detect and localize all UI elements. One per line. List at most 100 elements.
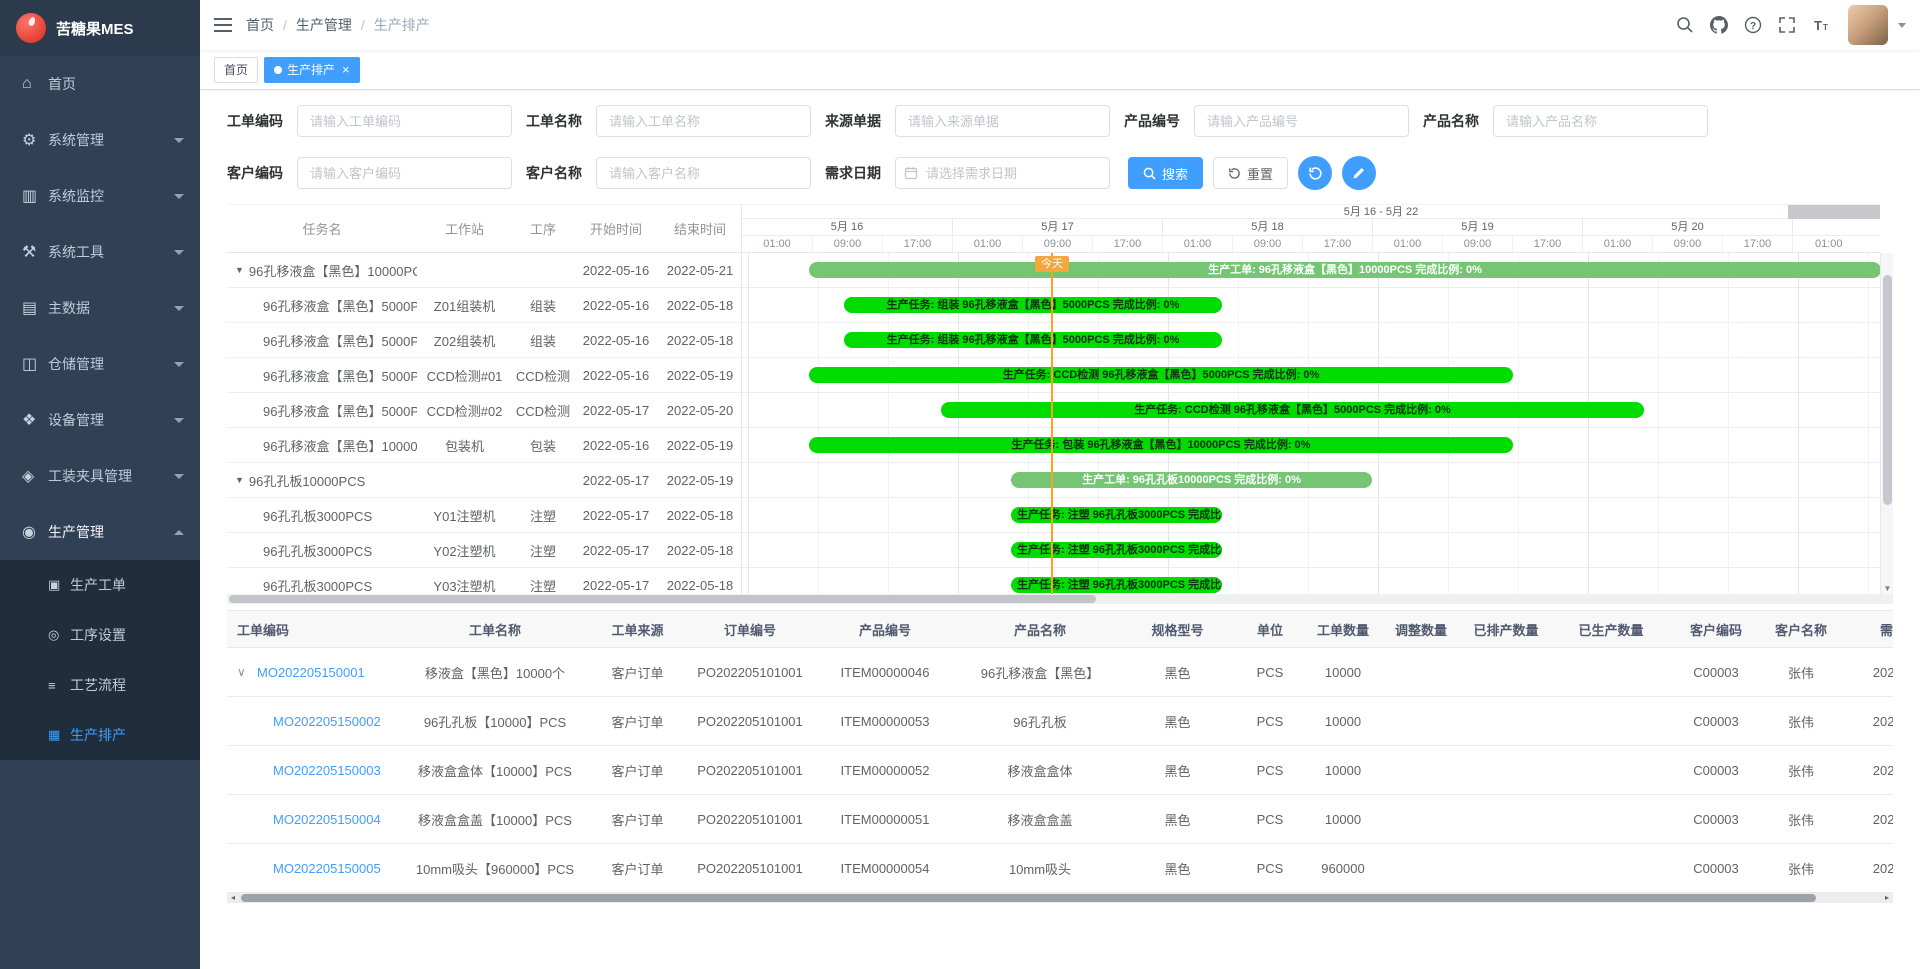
gantt-bar[interactable]: 生产工单: 96孔移液盒【黑色】10000PCS 完成比例: 0% xyxy=(809,262,1880,278)
search-button[interactable]: 搜索 xyxy=(1128,157,1203,189)
sidebar-item-production-scheduling[interactable]: ▦生产排产 xyxy=(0,710,200,760)
customer-code-input[interactable] xyxy=(297,157,512,189)
sidebar-item-production-workorder[interactable]: ▣生产工单 xyxy=(0,560,200,610)
table-row[interactable]: ∨MO202205150003移液盒盒体【10000】PCS客户订单PO2022… xyxy=(227,746,1893,795)
source-doc-input[interactable] xyxy=(895,105,1110,137)
sidebar: 苦糖果MES ⌂首页⚙系统管理▥系统监控⚒系统工具▤主数据◫仓储管理❖设备管理◈… xyxy=(0,0,200,969)
font-size-icon[interactable]: TT xyxy=(1806,8,1836,42)
expand-icon[interactable]: ∨ xyxy=(237,665,251,679)
scroll-left-arrow-icon[interactable]: ◂ xyxy=(227,893,239,903)
sidebar-item-process-settings[interactable]: ◎工序设置 xyxy=(0,610,200,660)
gantt-bar[interactable]: 生产任务: 注塑 96孔孔板3000PCS 完成比例: 0% xyxy=(1011,577,1222,593)
tab-production-scheduling[interactable]: 生产排产× xyxy=(264,57,360,83)
gantt-bar[interactable]: 生产工单: 96孔孔板10000PCS 完成比例: 0% xyxy=(1011,472,1372,488)
collapse-icon[interactable]: ▼ xyxy=(235,265,244,275)
product-name-input[interactable] xyxy=(1493,105,1708,137)
orders-horizontal-scrollbar[interactable]: ◂ ▸ xyxy=(227,893,1893,903)
sidebar-item-system-monitor[interactable]: ▥系统监控 xyxy=(0,168,200,224)
gantt-bar[interactable]: 生产任务: CCD检测 96孔移液盒【黑色】5000PCS 完成比例: 0% xyxy=(941,402,1644,418)
gantt-horizontal-scrollbar[interactable] xyxy=(227,594,1893,604)
user-avatar[interactable] xyxy=(1848,5,1888,45)
gantt-bar[interactable]: 生产任务: 注塑 96孔孔板3000PCS 完成比例: 0% xyxy=(1011,507,1222,523)
sidebar-item-system-tools[interactable]: ⚒系统工具 xyxy=(0,224,200,280)
customer-name-input[interactable] xyxy=(596,157,811,189)
table-cell: C00003 xyxy=(1666,812,1766,827)
gantt-vertical-scrollbar[interactable]: ▼ xyxy=(1880,253,1893,594)
sidebar-item-equipment-mgmt[interactable]: ❖设备管理 xyxy=(0,392,200,448)
column-header: 工单名称 xyxy=(410,620,580,639)
table-row[interactable]: ∨MO202205150001移液盒【黑色】10000个客户订单PO202205… xyxy=(227,648,1893,697)
product-code-input[interactable] xyxy=(1194,105,1409,137)
gantt-task-row[interactable]: 96孔孔板3000PCSY01注塑机注塑2022-05-172022-05-18 xyxy=(227,498,741,533)
table-row[interactable]: ∨MO202205150004移液盒盒盖【10000】PCS客户订单PO2022… xyxy=(227,795,1893,844)
gantt-task-row[interactable]: 96孔孔板3000PCSY03注塑机注塑2022-05-172022-05-18 xyxy=(227,568,741,594)
sidebar-item-system-mgmt[interactable]: ⚙系统管理 xyxy=(0,112,200,168)
table-cell: C00003 xyxy=(1666,665,1766,680)
scroll-down-arrow-icon[interactable]: ▼ xyxy=(1881,584,1894,593)
sidebar-item-warehouse-mgmt[interactable]: ◫仓储管理 xyxy=(0,336,200,392)
app-logo[interactable]: 苦糖果MES xyxy=(0,0,200,56)
search-icon[interactable] xyxy=(1670,8,1700,42)
collapse-icon[interactable]: ▼ xyxy=(235,475,244,485)
table-cell: 移液盒盒盖 xyxy=(965,810,1115,829)
edit-button[interactable] xyxy=(1342,156,1376,190)
refresh-gantt-button[interactable] xyxy=(1298,156,1332,190)
fullscreen-icon[interactable] xyxy=(1772,8,1802,42)
gantt-bar[interactable]: 生产任务: 组装 96孔移液盒【黑色】5000PCS 完成比例: 0% xyxy=(844,297,1222,313)
scrollbar-thumb[interactable] xyxy=(1883,275,1892,505)
gantt-bar[interactable]: 生产任务: 组装 96孔移液盒【黑色】5000PCS 完成比例: 0% xyxy=(844,332,1222,348)
hour-label: 17:00 xyxy=(882,236,952,252)
scrollbar-thumb[interactable] xyxy=(241,894,1816,902)
order-code-link[interactable]: MO202205150001 xyxy=(257,665,365,680)
scrollbar-thumb[interactable] xyxy=(229,595,1096,603)
demand-date-input[interactable] xyxy=(895,157,1110,189)
workorder-code-input[interactable] xyxy=(297,105,512,137)
orders-header-row: 工单编码工单名称工单来源订单编号产品编号产品名称规格型号单位工单数量调整数量已排… xyxy=(227,610,1893,648)
gantt-task-row[interactable]: 96孔移液盒【黑色】5000PCSZ02组装机组装2022-05-162022-… xyxy=(227,323,741,358)
order-code-link[interactable]: MO202205150002 xyxy=(273,714,381,729)
gantt-task-row[interactable]: 96孔移液盒【黑色】10000PCS包装机包装2022-05-162022-05… xyxy=(227,428,741,463)
gantt-task-row[interactable]: 96孔移液盒【黑色】5000PCSZ01组装机组装2022-05-162022-… xyxy=(227,288,741,323)
column-header: 已生产数量 xyxy=(1556,620,1666,639)
sidebar-item-production-mgmt[interactable]: ◉生产管理 xyxy=(0,504,200,560)
table-row[interactable]: ∨MO20220515000296孔孔板【10000】PCS客户订单PO2022… xyxy=(227,697,1893,746)
table-cell: 张伟 xyxy=(1766,663,1836,682)
workorder-name-input[interactable] xyxy=(596,105,811,137)
gantt-task-row[interactable]: 96孔移液盒【黑色】5000PCSCCD检测#02CCD检测2022-05-17… xyxy=(227,393,741,428)
task-start-date: 2022-05-17 xyxy=(574,473,658,488)
chevron-down-icon[interactable] xyxy=(1898,23,1906,28)
gantt-bar[interactable]: 生产任务: 注塑 96孔孔板3000PCS 完成比例: 0% xyxy=(1011,542,1222,558)
breadcrumb-item[interactable]: 首页 xyxy=(246,15,274,35)
gantt-bar[interactable]: 生产任务: CCD检测 96孔移液盒【黑色】5000PCS 完成比例: 0% xyxy=(809,367,1513,383)
sidebar-subitem-label: 生产工单 xyxy=(70,575,200,595)
chevron-down-icon xyxy=(174,362,184,367)
sidebar-item-process-flow[interactable]: ≡工艺流程 xyxy=(0,660,200,710)
gantt-task-row[interactable]: ▼96孔孔板10000PCS2022-05-172022-05-19 xyxy=(227,463,741,498)
breadcrumb-item[interactable]: 生产管理 xyxy=(296,15,352,35)
sidebar-item-label: 系统管理 xyxy=(48,130,174,150)
table-row[interactable]: ∨MO20220515000510mm吸头【960000】PCS客户订单PO20… xyxy=(227,844,1893,893)
column-header: 客户名称 xyxy=(1766,620,1836,639)
column-header: 产品编号 xyxy=(805,620,965,639)
close-icon[interactable]: × xyxy=(342,63,350,76)
gantt-column-header: 工序 xyxy=(512,219,574,238)
scroll-right-arrow-icon[interactable]: ▸ xyxy=(1881,893,1893,903)
sidebar-item-fixture-mgmt[interactable]: ◈工装夹具管理 xyxy=(0,448,200,504)
tab-home[interactable]: 首页 xyxy=(214,57,258,83)
reset-button[interactable]: 重置 xyxy=(1213,157,1288,189)
hamburger-menu-icon[interactable] xyxy=(200,17,246,33)
sidebar-item-home[interactable]: ⌂首页 xyxy=(0,56,200,112)
task-start-date: 2022-05-17 xyxy=(574,508,658,523)
search-form-row-2: 客户编码客户名称 需求日期 搜索 重置 xyxy=(227,156,1920,190)
order-code-link[interactable]: MO202205150004 xyxy=(273,812,381,827)
sidebar-item-master-data[interactable]: ▤主数据 xyxy=(0,280,200,336)
gantt-task-row[interactable]: ▼96孔移液盒【黑色】10000PCS2022-05-162022-05-21 xyxy=(227,253,741,288)
gantt-bar[interactable]: 生产任务: 包装 96孔移液盒【黑色】10000PCS 完成比例: 0% xyxy=(809,437,1513,453)
order-code-link[interactable]: MO202205150005 xyxy=(273,861,381,876)
order-code-link[interactable]: MO202205150003 xyxy=(273,763,381,778)
help-icon[interactable]: ? xyxy=(1738,8,1768,42)
gantt-task-row[interactable]: 96孔移液盒【黑色】5000PCSCCD检测#01CCD检测2022-05-16… xyxy=(227,358,741,393)
gantt-task-row[interactable]: 96孔孔板3000PCSY02注塑机注塑2022-05-172022-05-18 xyxy=(227,533,741,568)
field-label: 产品名称 xyxy=(1423,111,1483,131)
github-icon[interactable] xyxy=(1704,8,1734,42)
